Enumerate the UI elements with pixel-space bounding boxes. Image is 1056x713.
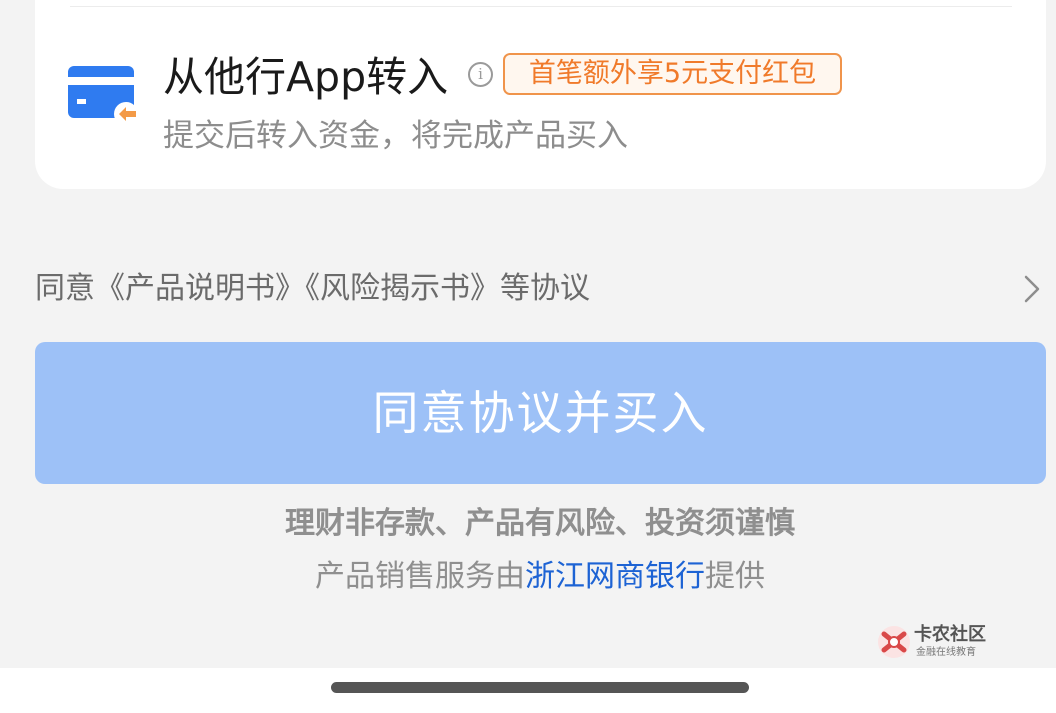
transfer-option-title: 从他行App转入	[163, 53, 449, 101]
transfer-option-subtitle: 提交后转入资金，将完成产品买入	[163, 118, 628, 154]
agreement-text[interactable]: 同意《产品说明书》《风险揭示书》等协议	[35, 269, 590, 309]
provider-prefix: 产品销售服务由	[315, 559, 525, 594]
bank-card-transfer-icon	[68, 66, 138, 126]
agree-and-buy-button[interactable]: 同意协议并买入	[35, 342, 1046, 484]
provider-line: 产品销售服务由浙江网商银行提供	[0, 556, 1056, 598]
provider-bank-link[interactable]: 浙江网商银行	[525, 559, 705, 594]
provider-suffix: 提供	[705, 559, 765, 594]
card-divider	[70, 6, 1012, 7]
risk-disclaimer: 理财非存款、产品有风险、投资须谨慎	[285, 506, 795, 541]
watermark-subtitle: 金融在线教育	[916, 647, 976, 658]
watermark-name: 卡农社区	[914, 624, 986, 645]
promo-badge: 首笔额外享5元支付红包	[503, 53, 842, 95]
watermark: 卡农社区 金融在线教育	[876, 624, 1006, 664]
chevron-right-icon	[1024, 275, 1040, 303]
watermark-logo-icon	[878, 626, 910, 658]
agreement-row[interactable]: 同意《产品说明书》《风险揭示书》等协议	[35, 265, 1046, 313]
home-indicator[interactable]	[331, 682, 749, 693]
info-icon[interactable]: i	[468, 62, 493, 87]
